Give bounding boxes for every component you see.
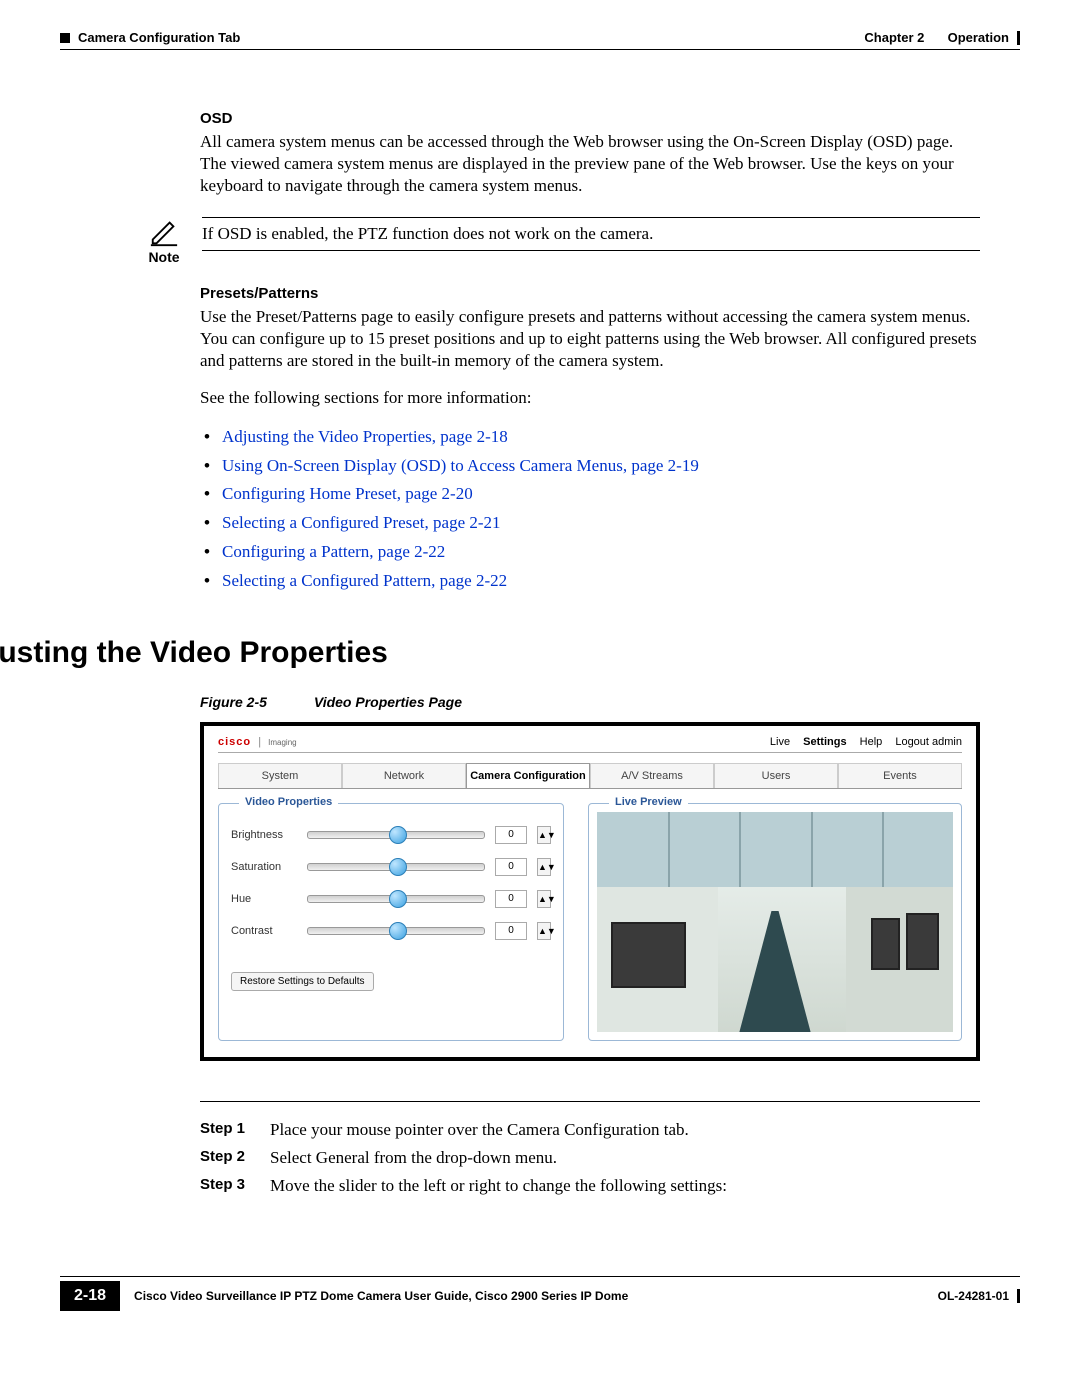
hue-value[interactable]: 0 <box>495 890 527 908</box>
figure-screenshot: cisco | Imaging Live Settings Help Logou… <box>200 722 980 1061</box>
tab-network[interactable]: Network <box>342 763 466 788</box>
vbar-icon <box>1017 31 1020 45</box>
saturation-value[interactable]: 0 <box>495 858 527 876</box>
video-properties-title: Video Properties <box>239 796 338 808</box>
presets-paragraph: Use the Preset/Patterns page to easily c… <box>200 306 980 372</box>
square-bullet-icon <box>60 33 70 43</box>
xref-link[interactable]: Adjusting the Video Properties, page 2-1… <box>222 427 508 446</box>
chapter-label: Chapter 2 <box>864 30 924 45</box>
stepper-icon[interactable]: ▲▼ <box>537 826 551 844</box>
stepper-icon[interactable]: ▲▼ <box>537 922 551 940</box>
topnav-settings[interactable]: Settings <box>803 736 846 748</box>
xref-link[interactable]: Selecting a Configured Pattern, page 2-2… <box>222 571 507 590</box>
step-text: Place your mouse pointer over the Camera… <box>270 1120 689 1140</box>
step-label: Step 2 <box>200 1148 252 1168</box>
tab-users[interactable]: Users <box>714 763 838 788</box>
page-title: Adjusting the Video Properties <box>0 636 1020 670</box>
header-left: Camera Configuration Tab <box>60 30 240 45</box>
xref-link[interactable]: Configuring a Pattern, page 2-22 <box>222 542 445 561</box>
contrast-slider[interactable] <box>307 927 485 935</box>
step-label: Step 3 <box>200 1176 252 1196</box>
note-text: If OSD is enabled, the PTZ function does… <box>202 217 980 251</box>
step-text: Select General from the drop-down menu. <box>270 1148 557 1168</box>
header-right: Chapter 2 Operation <box>864 30 1020 45</box>
saturation-slider[interactable] <box>307 863 485 871</box>
footer-title: Cisco Video Surveillance IP PTZ Dome Cam… <box>134 1289 628 1303</box>
tab-system[interactable]: System <box>218 763 342 788</box>
pencil-icon <box>149 217 179 247</box>
live-preview-image <box>597 812 953 1032</box>
live-preview-panel: Live Preview <box>588 803 962 1041</box>
contrast-label: Contrast <box>231 925 297 937</box>
restore-defaults-button[interactable]: Restore Settings to Defaults <box>231 972 374 991</box>
tab-av-streams[interactable]: A/V Streams <box>590 763 714 788</box>
live-preview-title: Live Preview <box>609 796 688 808</box>
figure-number: Figure 2-5 <box>200 694 310 710</box>
osd-heading: OSD <box>200 110 980 127</box>
section-label: Operation <box>948 30 1009 45</box>
brightness-label: Brightness <box>231 829 297 841</box>
topnav-help[interactable]: Help <box>860 736 883 748</box>
xref-link[interactable]: Configuring Home Preset, page 2-20 <box>222 484 473 503</box>
xref-link[interactable]: Using On-Screen Display (OSD) to Access … <box>222 456 699 475</box>
stepper-icon[interactable]: ▲▼ <box>537 858 551 876</box>
breadcrumb: Camera Configuration Tab <box>78 30 240 45</box>
contrast-value[interactable]: 0 <box>495 922 527 940</box>
see-sections: See the following sections for more info… <box>200 387 980 409</box>
hue-label: Hue <box>231 893 297 905</box>
figure-title: Video Properties Page <box>314 694 462 710</box>
cisco-logo: cisco <box>218 736 251 748</box>
note-label: Note <box>148 249 179 265</box>
brand-subtitle: Imaging <box>268 738 296 747</box>
saturation-label: Saturation <box>231 861 297 873</box>
presets-heading: Presets/Patterns <box>200 285 980 302</box>
topnav-live[interactable]: Live <box>770 736 790 748</box>
tab-camera-configuration[interactable]: Camera Configuration <box>466 763 590 788</box>
hue-slider[interactable] <box>307 895 485 903</box>
brightness-slider[interactable] <box>307 831 485 839</box>
vbar-icon <box>1017 1289 1020 1303</box>
stepper-icon[interactable]: ▲▼ <box>537 890 551 908</box>
video-properties-panel: Video Properties Brightness 0 ▲▼ Saturat… <box>218 803 564 1041</box>
step-label: Step 1 <box>200 1120 252 1140</box>
osd-paragraph: All camera system menus can be accessed … <box>200 131 980 197</box>
step-text: Move the slider to the left or right to … <box>270 1176 727 1196</box>
xref-link[interactable]: Selecting a Configured Preset, page 2-21 <box>222 513 501 532</box>
topnav-logout[interactable]: Logout admin <box>895 736 962 748</box>
xref-list: Adjusting the Video Properties, page 2-1… <box>200 423 980 596</box>
steps-divider <box>200 1101 980 1102</box>
tab-events[interactable]: Events <box>838 763 962 788</box>
page-number-badge: 2-18 <box>60 1281 120 1311</box>
doc-id: OL-24281-01 <box>938 1289 1009 1303</box>
brightness-value[interactable]: 0 <box>495 826 527 844</box>
